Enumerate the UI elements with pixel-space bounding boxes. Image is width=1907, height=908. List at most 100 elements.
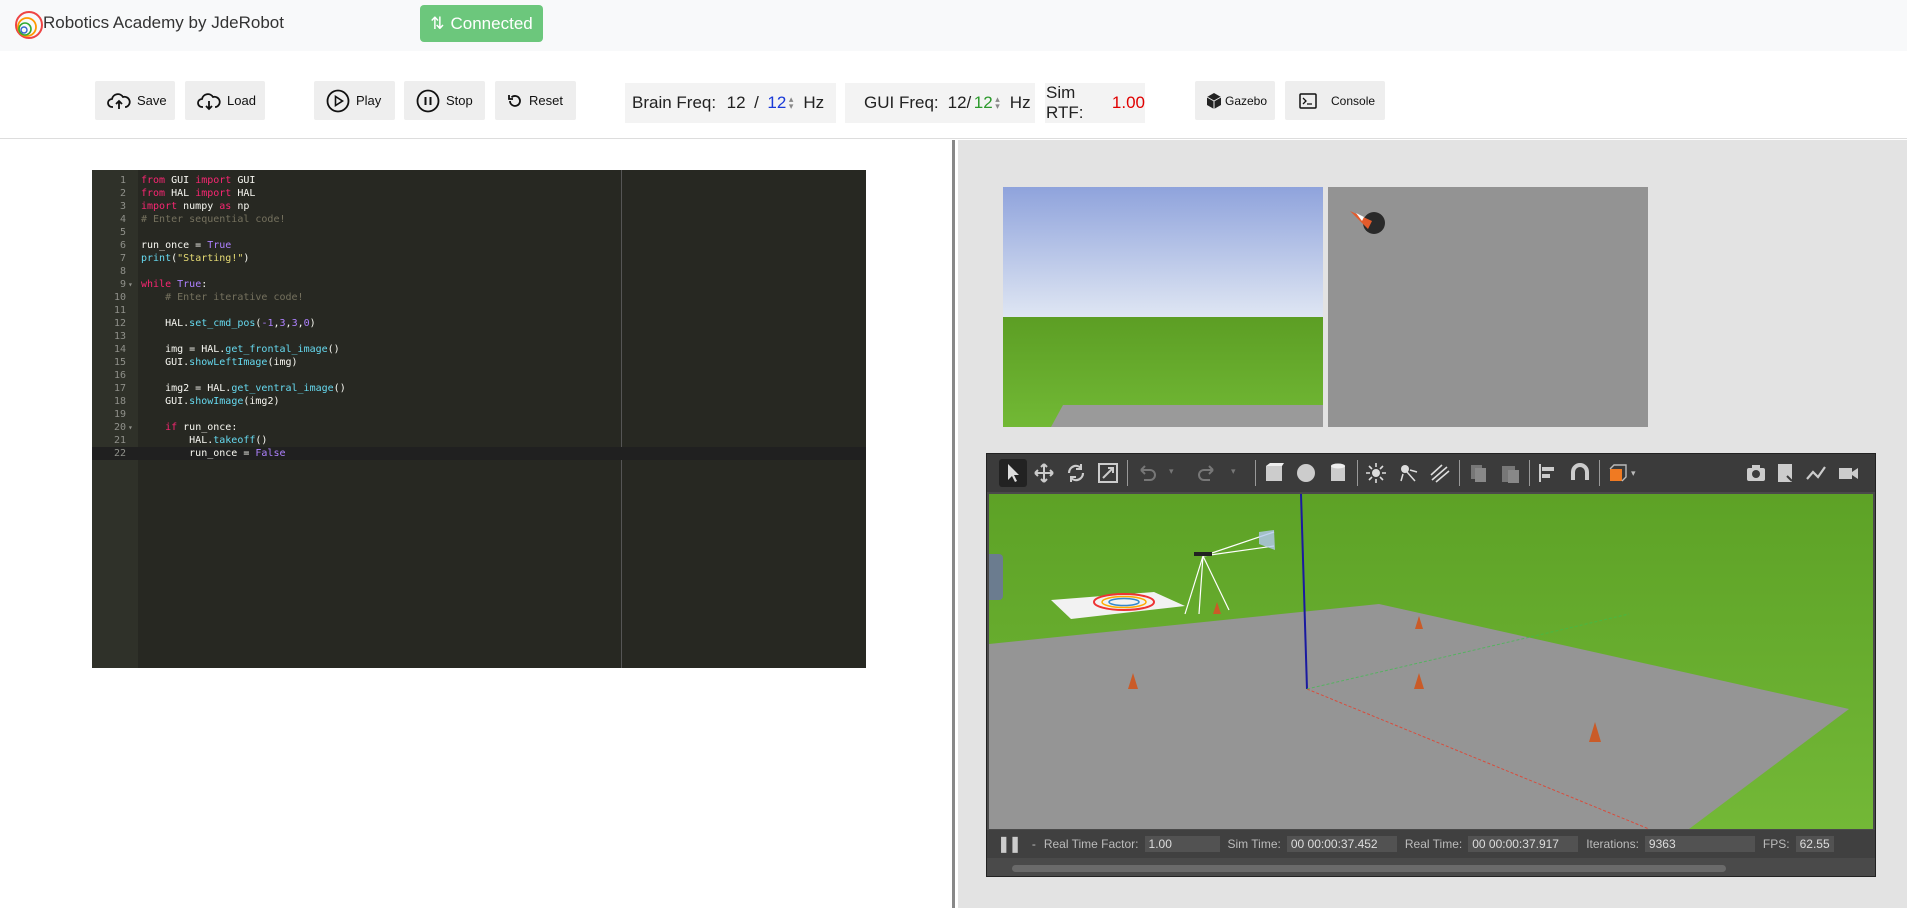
video-record-icon[interactable] xyxy=(1837,462,1859,484)
translate-icon[interactable] xyxy=(1033,462,1055,484)
code-editor[interactable]: 1 from GUI import GUI 2 from HAL import HAL… xyxy=(92,170,866,668)
code-text: import numpy as np xyxy=(141,201,250,212)
load-button[interactable]: Load xyxy=(185,81,265,120)
real-time-value: 00 00:00:37.917 xyxy=(1468,836,1579,852)
gazebo-3d-scene[interactable] xyxy=(989,494,1873,829)
gazebo-button[interactable]: Gazebo xyxy=(1195,81,1275,120)
line-number: 4 xyxy=(119,214,126,225)
log-icon[interactable] xyxy=(1775,462,1797,484)
code-line[interactable]: 14 img = HAL.get_frontal_image() xyxy=(92,343,866,356)
line-number: 1 xyxy=(119,175,126,186)
line-number: 20 xyxy=(113,422,126,433)
play-icon xyxy=(326,89,350,112)
console-button[interactable]: Console xyxy=(1285,81,1385,120)
gazebo-label: Gazebo xyxy=(1225,93,1268,108)
iterations-value: 9363 xyxy=(1644,836,1755,852)
brain-freq-stepper-icon[interactable]: ▴ ▾ xyxy=(789,95,794,111)
paste-icon[interactable] xyxy=(1499,462,1521,484)
code-line[interactable]: 5 xyxy=(92,226,866,239)
code-line[interactable]: 8 xyxy=(92,265,866,278)
code-line[interactable]: 22 run_once = False xyxy=(92,447,866,460)
gui-freq-input[interactable]: 12 xyxy=(971,92,995,114)
code-line[interactable]: 13 xyxy=(92,330,866,343)
play-button[interactable]: Play xyxy=(314,81,395,120)
line-number: 15 xyxy=(113,357,126,368)
code-line[interactable]: 17 img2 = HAL.get_ventral_image() xyxy=(92,382,866,395)
select-arrow-icon[interactable] xyxy=(999,459,1027,487)
rtf-label: Real Time Factor: xyxy=(1043,837,1139,851)
stop-button[interactable]: Stop xyxy=(404,81,485,120)
line-number: 22 xyxy=(113,448,126,459)
brain-freq-input[interactable]: 12 xyxy=(765,92,789,114)
jderobot-logo-icon xyxy=(15,11,43,39)
sidebar-toggle-handle[interactable] xyxy=(989,554,1003,600)
gazebo-icon xyxy=(1206,92,1222,109)
code-line[interactable]: 9 ▾ while True: xyxy=(92,278,866,291)
box-shape-icon[interactable] xyxy=(1263,462,1285,484)
code-line[interactable]: 19 xyxy=(92,408,866,421)
code-line[interactable]: 18 GUI.showImage(img2) xyxy=(92,395,866,408)
cylinder-shape-icon[interactable] xyxy=(1327,462,1349,484)
code-text: img2 = HAL.get_ventral_image() xyxy=(141,383,346,394)
align-icon[interactable] xyxy=(1537,462,1559,484)
brain-freq-unit: Hz xyxy=(803,93,825,112)
undo-dropdown-icon[interactable]: ▾ xyxy=(1169,466,1174,477)
line-number: 21 xyxy=(113,435,126,446)
point-light-icon[interactable] xyxy=(1365,462,1387,484)
undo-icon[interactable] xyxy=(1135,462,1157,484)
scale-icon[interactable] xyxy=(1097,462,1119,484)
sphere-shape-icon[interactable] xyxy=(1295,462,1317,484)
sim-rtf-label: Sim RTF: xyxy=(1046,83,1084,122)
connected-button[interactable]: ⇅ Connected xyxy=(420,5,543,42)
line-number: 5 xyxy=(119,227,126,238)
code-line[interactable]: 15 GUI.showLeftImage(img) xyxy=(92,356,866,369)
view-angle-icon[interactable] xyxy=(1607,462,1629,484)
view-angle-dropdown-icon[interactable]: ▾ xyxy=(1631,468,1636,479)
code-text: # Enter sequential code! xyxy=(141,214,286,225)
reset-label: Reset xyxy=(529,93,563,108)
horizontal-scrollbar[interactable] xyxy=(1012,865,1726,872)
code-line[interactable]: 7 print("Starting!") xyxy=(92,252,866,265)
redo-dropdown-icon[interactable]: ▾ xyxy=(1231,466,1236,477)
iterations-label: Iterations: xyxy=(1586,837,1639,851)
screenshot-camera-icon[interactable] xyxy=(1745,462,1767,484)
line-number: 13 xyxy=(113,331,126,342)
gui-freq-stepper-icon[interactable]: ▴ ▾ xyxy=(995,95,1000,111)
step-icon[interactable]: - xyxy=(1032,837,1036,851)
code-line[interactable]: 6 run_once = True xyxy=(92,239,866,252)
spot-light-icon[interactable] xyxy=(1397,462,1419,484)
reset-button[interactable]: Reset xyxy=(495,81,576,120)
gui-freq-value: 12/ xyxy=(947,93,972,112)
code-line[interactable]: 16 xyxy=(92,369,866,382)
frontal-camera-image xyxy=(1003,187,1323,427)
code-line[interactable]: 11 xyxy=(92,304,866,317)
redo-icon[interactable] xyxy=(1197,462,1219,484)
fold-arrow-icon[interactable]: ▾ xyxy=(128,278,133,291)
code-line[interactable]: 4 # Enter sequential code! xyxy=(92,213,866,226)
gazebo-toolbar: ▾ ▾ ▾ xyxy=(987,454,1875,492)
real-time-label: Real Time: xyxy=(1404,837,1463,851)
line-number: 6 xyxy=(119,240,126,251)
sim-time-value: 00 00:00:37.452 xyxy=(1286,836,1397,852)
plot-icon[interactable] xyxy=(1805,462,1827,484)
code-line[interactable]: 12 HAL.set_cmd_pos(-1,3,3,0) xyxy=(92,317,866,330)
fps-label: FPS: xyxy=(1762,837,1790,851)
rtf-value: 1.00 xyxy=(1144,836,1220,852)
code-line[interactable]: 3 import numpy as np xyxy=(92,200,866,213)
code-line[interactable]: 21 HAL.takeoff() xyxy=(92,434,866,447)
code-line[interactable]: 1 from GUI import GUI xyxy=(92,174,866,187)
fold-arrow-icon[interactable]: ▾ xyxy=(128,421,133,434)
rotate-icon[interactable] xyxy=(1065,462,1087,484)
code-text: run_once = True xyxy=(141,240,232,251)
code-line[interactable]: 10 # Enter iterative code! xyxy=(92,291,866,304)
snap-magnet-icon[interactable] xyxy=(1569,462,1591,484)
code-line[interactable]: 20 ▾ if run_once: xyxy=(92,421,866,434)
line-number: 17 xyxy=(113,383,126,394)
line-number: 9 xyxy=(119,279,126,290)
swap-arrows-icon: ⇅ xyxy=(430,13,445,33)
pause-icon[interactable]: ❚❚ xyxy=(997,834,1022,854)
save-button[interactable]: Save xyxy=(95,81,175,120)
copy-icon[interactable] xyxy=(1467,462,1489,484)
directional-light-icon[interactable] xyxy=(1429,462,1451,484)
code-line[interactable]: 2 from HAL import HAL xyxy=(92,187,866,200)
